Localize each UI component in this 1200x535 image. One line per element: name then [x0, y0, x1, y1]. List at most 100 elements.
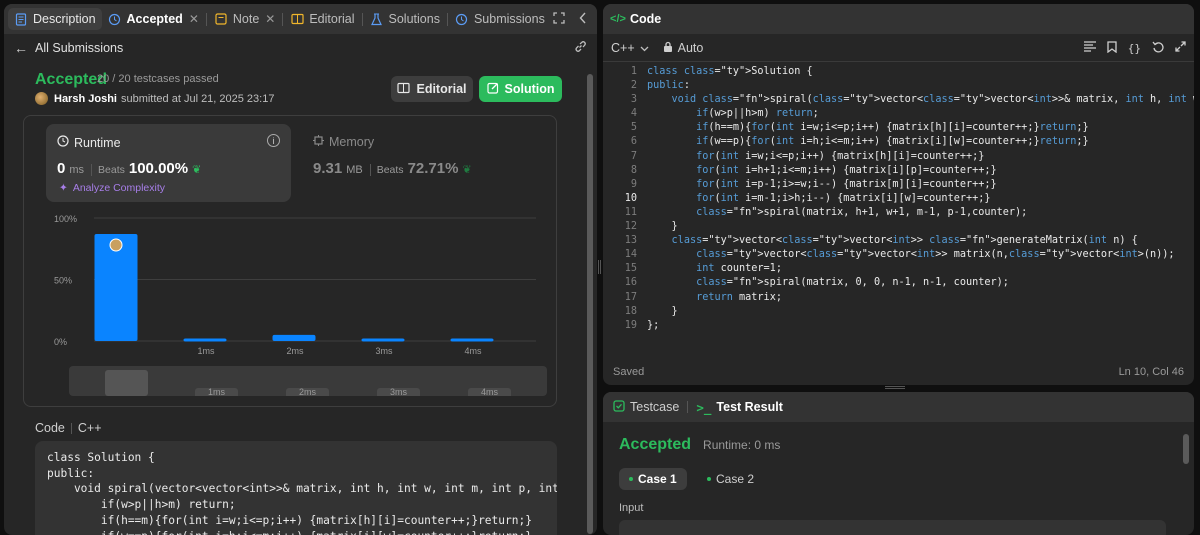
history-icon: [108, 12, 122, 26]
author-name[interactable]: Harsh Joshi: [54, 93, 117, 105]
divider: [687, 401, 689, 413]
editorial-button[interactable]: Editorial: [391, 76, 473, 102]
solution-button[interactable]: Solution: [479, 76, 562, 102]
divider: [446, 12, 448, 26]
x-tick-label: 1ms: [197, 346, 215, 356]
arrow-left-icon[interactable]: ←: [14, 40, 28, 56]
line-number: 11: [624, 206, 637, 218]
auto-mode[interactable]: Auto: [663, 41, 703, 55]
case-2-label: Case 2: [716, 472, 755, 486]
chevron-down-icon: [640, 41, 649, 55]
y-tick-label: 0%: [54, 337, 67, 347]
memory-value: 9.31 MB Beats 72.71% ❦: [313, 160, 472, 177]
memory-number: 9.31: [313, 160, 343, 177]
left-scrollbar[interactable]: [587, 74, 593, 534]
tab-editorial[interactable]: Editorial: [284, 8, 360, 30]
back-bar: ← All Submissions: [4, 34, 597, 62]
runtime-unit: ms: [69, 164, 85, 176]
left-tabbar-actions: [553, 4, 587, 34]
collapse-icon[interactable]: [579, 12, 587, 27]
cursor-position: Ln 10, Col 46: [1118, 366, 1184, 378]
format-icon[interactable]: [1083, 41, 1096, 55]
tab-submissions[interactable]: Submissions: [449, 8, 551, 30]
submission-author: Harsh Joshi submitted at Jul 21, 2025 23…: [35, 92, 274, 105]
memory-title[interactable]: Memory: [313, 135, 374, 149]
code-editor[interactable]: 1 2 3 4 5 6 7 8 9 10 11 12 13 14 15 16 17 18 19 class clas…: [603, 65, 1194, 360]
memory-beats-label: Beats: [369, 164, 404, 176]
x-tick-label: 2ms: [286, 346, 304, 356]
sparkle-icon: ✦: [59, 182, 68, 194]
tab-accepted[interactable]: Accepted ✕: [102, 8, 205, 30]
input-label: Input: [619, 502, 644, 514]
language-label: C++: [611, 40, 635, 55]
edit-icon: [486, 82, 499, 97]
chart-bar[interactable]: [450, 338, 494, 342]
runtime-title: Runtime: [57, 135, 121, 150]
test-result-panel: Testcase >_ Test Result Accepted Runtime…: [603, 392, 1194, 535]
runtime-beats-label: Beats: [91, 164, 125, 176]
chart-bar[interactable]: [361, 338, 405, 342]
expand-icon[interactable]: [1175, 41, 1186, 55]
link-icon[interactable]: [574, 40, 587, 56]
language-select[interactable]: C++: [611, 41, 649, 55]
avatar[interactable]: [35, 92, 48, 105]
tab-solutions-label: Solutions: [388, 12, 440, 26]
testcases-passed: 20 / 20 testcases passed: [97, 73, 219, 85]
code-icon: </>: [610, 13, 626, 25]
editor-code[interactable]: class class="ty">Solution { public: void…: [647, 65, 1194, 333]
braces-icon[interactable]: {}: [1128, 42, 1141, 55]
runtime-label: Runtime: [74, 135, 121, 150]
close-icon[interactable]: ✕: [265, 12, 275, 26]
tab-description[interactable]: Description: [8, 8, 102, 30]
line-number: 19: [624, 319, 637, 331]
tab-code-label: Code: [630, 12, 662, 26]
memory-label: Memory: [329, 135, 375, 149]
case-2-button[interactable]: Case 2: [697, 468, 764, 490]
tab-testcase[interactable]: Testcase: [613, 399, 679, 415]
reset-icon[interactable]: [1152, 41, 1164, 56]
divider: [70, 422, 72, 434]
lock-icon: [663, 41, 673, 55]
close-icon[interactable]: ✕: [189, 12, 199, 26]
document-icon: [14, 12, 28, 26]
divider: [361, 12, 363, 26]
tab-note[interactable]: Note ✕: [208, 8, 281, 30]
vertical-resize-handle[interactable]: [598, 260, 601, 274]
case-1-button[interactable]: Case 1: [619, 468, 687, 490]
memory-icon: [313, 135, 324, 149]
horizontal-resize-handle[interactable]: [885, 386, 905, 389]
y-tick-label: 50%: [54, 276, 72, 286]
line-number: 2: [630, 80, 637, 92]
result-scrollbar[interactable]: [1183, 434, 1189, 464]
code-label: Code: [35, 421, 65, 435]
analyze-complexity-link[interactable]: ✦ Analyze Complexity: [59, 182, 165, 194]
note-icon: [214, 12, 228, 26]
tab-solutions[interactable]: Solutions: [364, 8, 446, 30]
pass-dot-icon: [707, 477, 711, 481]
result-summary: Accepted Runtime: 0 ms: [619, 436, 780, 454]
line-number: 14: [624, 249, 637, 261]
range-handle[interactable]: [105, 370, 148, 396]
line-number: 4: [630, 108, 637, 120]
line-number: 9: [630, 178, 637, 190]
tab-editorial-label: Editorial: [309, 12, 355, 26]
submitted-code[interactable]: class Solution { public: void spiral(vec…: [35, 441, 557, 535]
runtime-value: 0 ms Beats 100.00% ❦: [57, 160, 201, 177]
memory-unit: MB: [346, 164, 363, 176]
all-submissions-link[interactable]: All Submissions: [35, 41, 123, 55]
chart-bar[interactable]: [183, 338, 227, 342]
range-tick-label: 2ms: [286, 388, 329, 397]
analyze-label: Analyze Complexity: [72, 182, 166, 194]
result-tabbar: Testcase >_ Test Result: [603, 392, 1194, 422]
chart-bar[interactable]: [272, 334, 316, 341]
maximize-icon[interactable]: [553, 11, 565, 27]
bookmark-icon[interactable]: [1107, 40, 1117, 56]
divider: [282, 12, 284, 26]
tab-test-result[interactable]: >_ Test Result: [696, 400, 783, 415]
tab-code[interactable]: </> Code: [607, 8, 667, 30]
solution-button-label: Solution: [504, 82, 555, 96]
info-icon[interactable]: i: [267, 134, 280, 147]
input-value-box[interactable]: [619, 520, 1166, 535]
line-number: 10: [624, 192, 637, 204]
tab-test-result-label: Test Result: [716, 400, 783, 414]
